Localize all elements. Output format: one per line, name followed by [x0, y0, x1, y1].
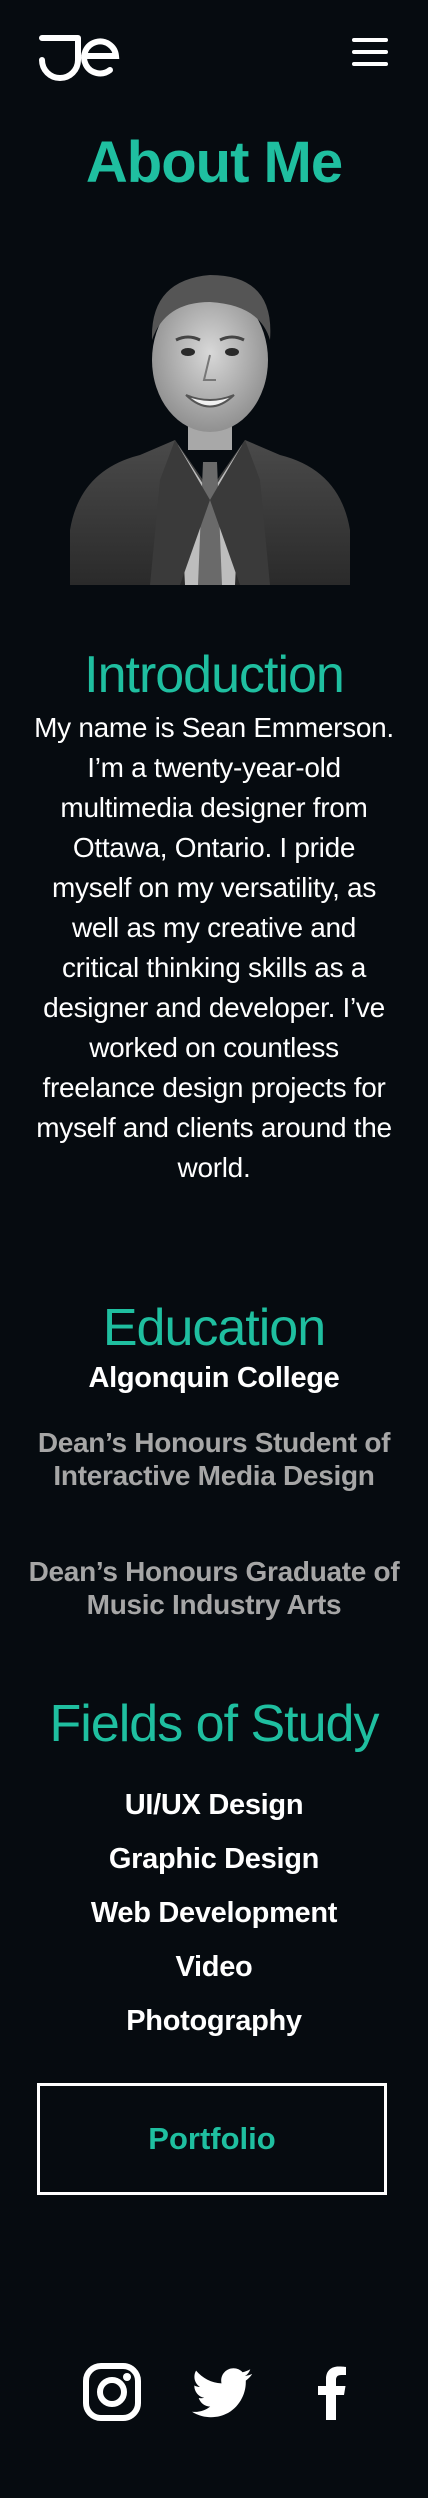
education-item: Dean’s Honours Student of Interactive Me…	[37, 1427, 391, 1491]
profile-photo	[70, 240, 350, 585]
je-logo-icon	[39, 35, 120, 81]
introduction-heading: Introduction	[84, 646, 345, 704]
page-title: About Me	[85, 130, 343, 195]
je-logo[interactable]	[38, 30, 122, 82]
menu-bar	[352, 62, 388, 66]
menu-bar	[352, 50, 388, 54]
field-item: Photography	[126, 2005, 302, 2037]
introduction-text: My name is Sean Emmerson. I’m a twenty-y…	[34, 712, 394, 1183]
field-item: UI/UX Design	[124, 1789, 304, 1821]
fields-list: UI/UX Design Graphic Design Web Developm…	[0, 1778, 428, 2048]
menu-bar	[352, 38, 388, 42]
site-header	[0, 0, 428, 110]
portfolio-button[interactable]: Portfolio	[37, 2083, 387, 2195]
education-heading: Education	[102, 1299, 326, 1357]
facebook-icon[interactable]	[300, 2360, 364, 2424]
about-page: About Me Introduction My name is Sean Em…	[0, 0, 428, 2498]
education-school: Algonquin College	[88, 1362, 340, 1394]
hamburger-icon[interactable]	[348, 34, 392, 70]
field-item: Video	[175, 1951, 253, 1983]
twitter-icon[interactable]	[192, 2360, 256, 2424]
field-item: Web Development	[90, 1897, 338, 1929]
instagram-icon[interactable]	[80, 2360, 144, 2424]
social-links	[0, 2360, 428, 2430]
education-item: Dean’s Honours Graduate of Music Industr…	[28, 1556, 400, 1620]
fields-heading: Fields of Study	[49, 1695, 380, 1753]
field-item: Graphic Design	[108, 1843, 320, 1875]
